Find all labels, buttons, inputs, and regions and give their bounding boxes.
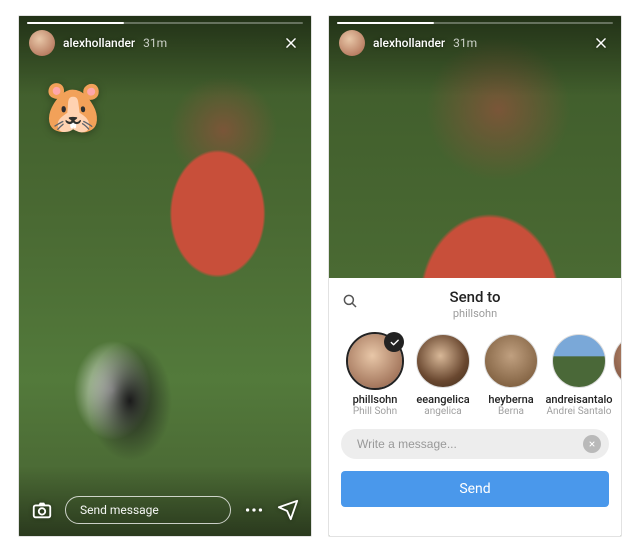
contact-display-name: Phill Sohn (341, 406, 409, 417)
send-message-placeholder: Send message (80, 503, 159, 517)
send-to-phone: alexhollander 31m Send to phillsohn phil… (328, 15, 622, 537)
contact-display-name: angelica (409, 406, 477, 417)
story-timestamp: 31m (143, 36, 167, 50)
story-progress-bar (27, 22, 303, 24)
message-input[interactable] (355, 436, 583, 452)
contact-heyberna[interactable]: heybernaBerna (477, 334, 545, 417)
story-header: alexhollander 31m (339, 30, 611, 56)
contact-username: eeangelica (409, 393, 477, 406)
contact-avatar (552, 334, 606, 388)
sheet-subtitle: phillsohn (359, 307, 591, 320)
author-username[interactable]: alexhollander (63, 36, 135, 50)
contact-username: phillsohn (341, 393, 409, 406)
story-header: alexhollander 31m (29, 30, 301, 56)
story-progress-bar (337, 22, 613, 24)
contact-eeangelica[interactable]: eeangelicaangelica (409, 334, 477, 417)
contact-display-name: En (613, 406, 621, 417)
story-timestamp: 31m (453, 36, 477, 50)
contact-phillsohn[interactable]: phillsohnPhill Sohn (341, 334, 409, 417)
camera-icon[interactable] (31, 499, 53, 521)
contact-username: heyberna (477, 393, 545, 406)
selected-check-icon (384, 332, 404, 352)
close-icon[interactable] (281, 33, 301, 53)
hamster-sticker: 🐹 (41, 76, 106, 137)
contact-display-name: Berna (477, 406, 545, 417)
contact-avatar (484, 334, 538, 388)
contact-display-name: Andrei Santalo (545, 406, 613, 417)
message-field[interactable] (341, 429, 609, 459)
contact-username: emn (613, 393, 621, 406)
share-icon[interactable] (277, 499, 299, 521)
author-avatar[interactable] (29, 30, 55, 56)
send-message-input[interactable]: Send message (65, 496, 231, 524)
sheet-title: Send to (359, 288, 591, 306)
search-icon[interactable] (341, 292, 359, 310)
contacts-row[interactable]: phillsohnPhill Sohneeangelicaangelicahey… (329, 326, 621, 423)
send-button[interactable]: Send (341, 471, 609, 507)
contact-avatar (416, 334, 470, 388)
story-footer: Send message (31, 496, 299, 524)
contact-avatar (613, 334, 621, 388)
contact-andreisantalo[interactable]: andreisantaloAndrei Santalo (545, 334, 613, 417)
contact-username: andreisantalo (545, 393, 613, 406)
clear-icon[interactable] (583, 435, 601, 453)
more-icon[interactable] (243, 499, 265, 521)
close-icon[interactable] (591, 33, 611, 53)
contact-emn[interactable]: emnEn (613, 334, 621, 417)
send-to-sheet: Send to phillsohn phillsohnPhill Sohneea… (329, 278, 621, 536)
author-avatar[interactable] (339, 30, 365, 56)
sheet-header: Send to phillsohn (329, 278, 621, 326)
story-view-phone: alexhollander 31m 🐹 Send message (18, 15, 312, 537)
author-username[interactable]: alexhollander (373, 36, 445, 50)
